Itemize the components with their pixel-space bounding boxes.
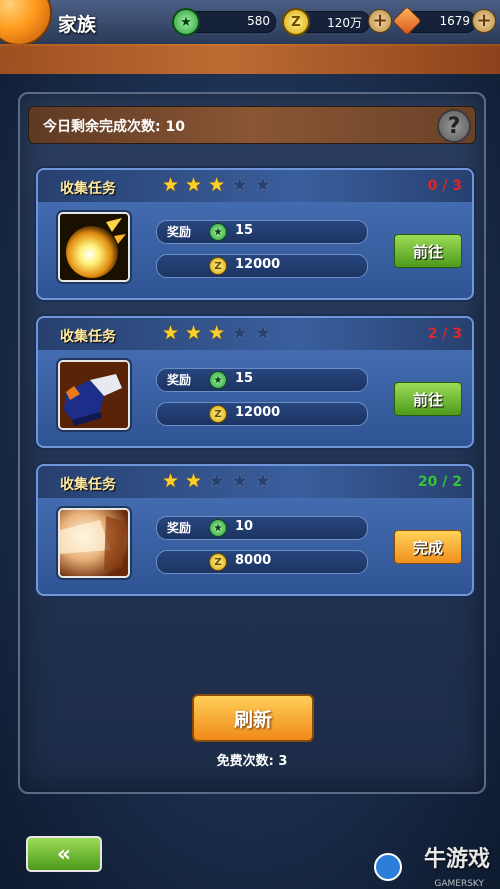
token-reward-value: 10 — [235, 519, 254, 534]
reward-token-row: 奖励 ★ 15 — [156, 220, 368, 244]
star-icon: ★ — [185, 470, 203, 492]
green-token-icon: ★ — [209, 519, 227, 537]
remaining-completions-bar: 今日剩余完成次数: 10 ? — [28, 106, 476, 144]
difficulty-stars: ★ ★ ★ ★ ★ — [162, 324, 271, 343]
reward-label: 奖励 — [167, 373, 192, 387]
reward-label: 奖励 — [167, 225, 192, 239]
star-icon: ★ — [162, 174, 180, 196]
task-progress: 2 / 3 — [427, 326, 462, 342]
resource-value: 580 — [247, 14, 270, 28]
free-refresh-count: 免费次数: 3 — [216, 754, 288, 769]
star-icon: ★ — [231, 470, 249, 492]
reward-token-row: 奖励 ★ 10 — [156, 516, 368, 540]
star-icon: ★ — [208, 322, 226, 344]
coin-reward-value: 8000 — [235, 553, 272, 568]
top-bar: 家族 ★ 580 Z 120万 + 1679 + — [0, 0, 500, 46]
reward-token-row: 奖励 ★ 15 — [156, 368, 368, 392]
star-icon: ★ — [162, 322, 180, 344]
watermark: 牛游戏 — [423, 847, 490, 872]
remaining-completions-label: 今日剩余完成次数: 10 — [43, 119, 185, 135]
reward-coin-row: Z 12000 — [156, 254, 368, 278]
add-crystals-button[interactable]: + — [472, 9, 496, 33]
double-chevron-left-icon: « — [56, 841, 72, 867]
token-reward-value: 15 — [235, 371, 254, 386]
star-icon: ★ — [254, 470, 272, 492]
dragon-ball-icon[interactable] — [0, 0, 52, 46]
green-token-icon: ★ — [209, 223, 227, 241]
coin-reward-value: 12000 — [235, 405, 281, 420]
energy-blast-icon[interactable] — [58, 212, 130, 282]
complete-button[interactable]: 完成 — [394, 530, 462, 564]
go-button[interactable]: 前往 — [394, 234, 462, 268]
family-task-panel: 今日剩余完成次数: 10 ? 收集任务 ★ ★ ★ ★ ★ 0 / 3 奖励 ★… — [18, 92, 486, 794]
gold-coin-icon: Z — [209, 405, 227, 423]
resource-value: 120万 — [327, 16, 362, 30]
star-icon: ★ — [208, 470, 226, 492]
star-icon: ★ — [208, 174, 226, 196]
resource-gold-coins: Z 120万 + — [282, 8, 392, 36]
star-icon: ★ — [231, 174, 249, 196]
go-button[interactable]: 前往 — [394, 382, 462, 416]
coin-reward-value: 12000 — [235, 257, 281, 272]
task-progress: 20 / 2 — [417, 474, 462, 490]
reward-coin-row: Z 8000 — [156, 550, 368, 574]
watermark-logo — [374, 853, 402, 881]
header-banner — [0, 44, 500, 74]
gold-coin-icon: Z — [209, 553, 227, 571]
star-icon: ★ — [185, 174, 203, 196]
boot-icon[interactable] — [58, 360, 130, 430]
star-icon: ★ — [254, 322, 272, 344]
green-token-icon: ★ — [172, 8, 200, 36]
task-header: 收集任务 ★ ★ ★ ★ ★ 0 / 3 — [38, 170, 472, 202]
star-icon: ★ — [162, 470, 180, 492]
task-card: 收集任务 ★ ★ ★ ★ ★ 20 / 2 奖励 ★ 10 Z 8000 完成 — [36, 464, 474, 596]
task-header: 收集任务 ★ ★ ★ ★ ★ 2 / 3 — [38, 318, 472, 350]
back-button[interactable]: « — [26, 836, 102, 872]
star-icon: ★ — [254, 174, 272, 196]
task-card: 收集任务 ★ ★ ★ ★ ★ 0 / 3 奖励 ★ 15 Z 12000 前往 — [36, 168, 474, 300]
star-icon: ★ — [185, 322, 203, 344]
token-reward-value: 15 — [235, 223, 254, 238]
page-title: 家族 — [58, 14, 97, 36]
help-icon[interactable]: ? — [437, 109, 471, 143]
task-header: 收集任务 ★ ★ ★ ★ ★ 20 / 2 — [38, 466, 472, 498]
resource-crystals: 1679 + — [392, 6, 498, 36]
add-coins-button[interactable]: + — [368, 9, 392, 33]
resource-green-tokens: ★ 580 — [172, 8, 276, 36]
reward-label: 奖励 — [167, 521, 192, 535]
difficulty-stars: ★ ★ ★ ★ ★ — [162, 176, 271, 195]
gold-coin-icon: Z — [282, 8, 310, 36]
task-title: 收集任务 — [60, 329, 116, 345]
gold-coin-icon: Z — [209, 257, 227, 275]
reward-coin-row: Z 12000 — [156, 402, 368, 426]
glowing-fist-icon[interactable] — [58, 508, 130, 578]
refresh-button[interactable]: 刷新 — [192, 694, 314, 742]
task-card: 收集任务 ★ ★ ★ ★ ★ 2 / 3 奖励 ★ 15 Z 12000 前往 — [36, 316, 474, 448]
star-icon: ★ — [231, 322, 249, 344]
resource-value: 1679 — [439, 14, 470, 28]
task-title: 收集任务 — [60, 181, 116, 197]
task-progress: 0 / 3 — [427, 178, 462, 194]
difficulty-stars: ★ ★ ★ ★ ★ — [162, 472, 271, 491]
task-title: 收集任务 — [60, 477, 116, 493]
watermark-sub: GAMERSKY — [434, 879, 484, 889]
green-token-icon: ★ — [209, 371, 227, 389]
